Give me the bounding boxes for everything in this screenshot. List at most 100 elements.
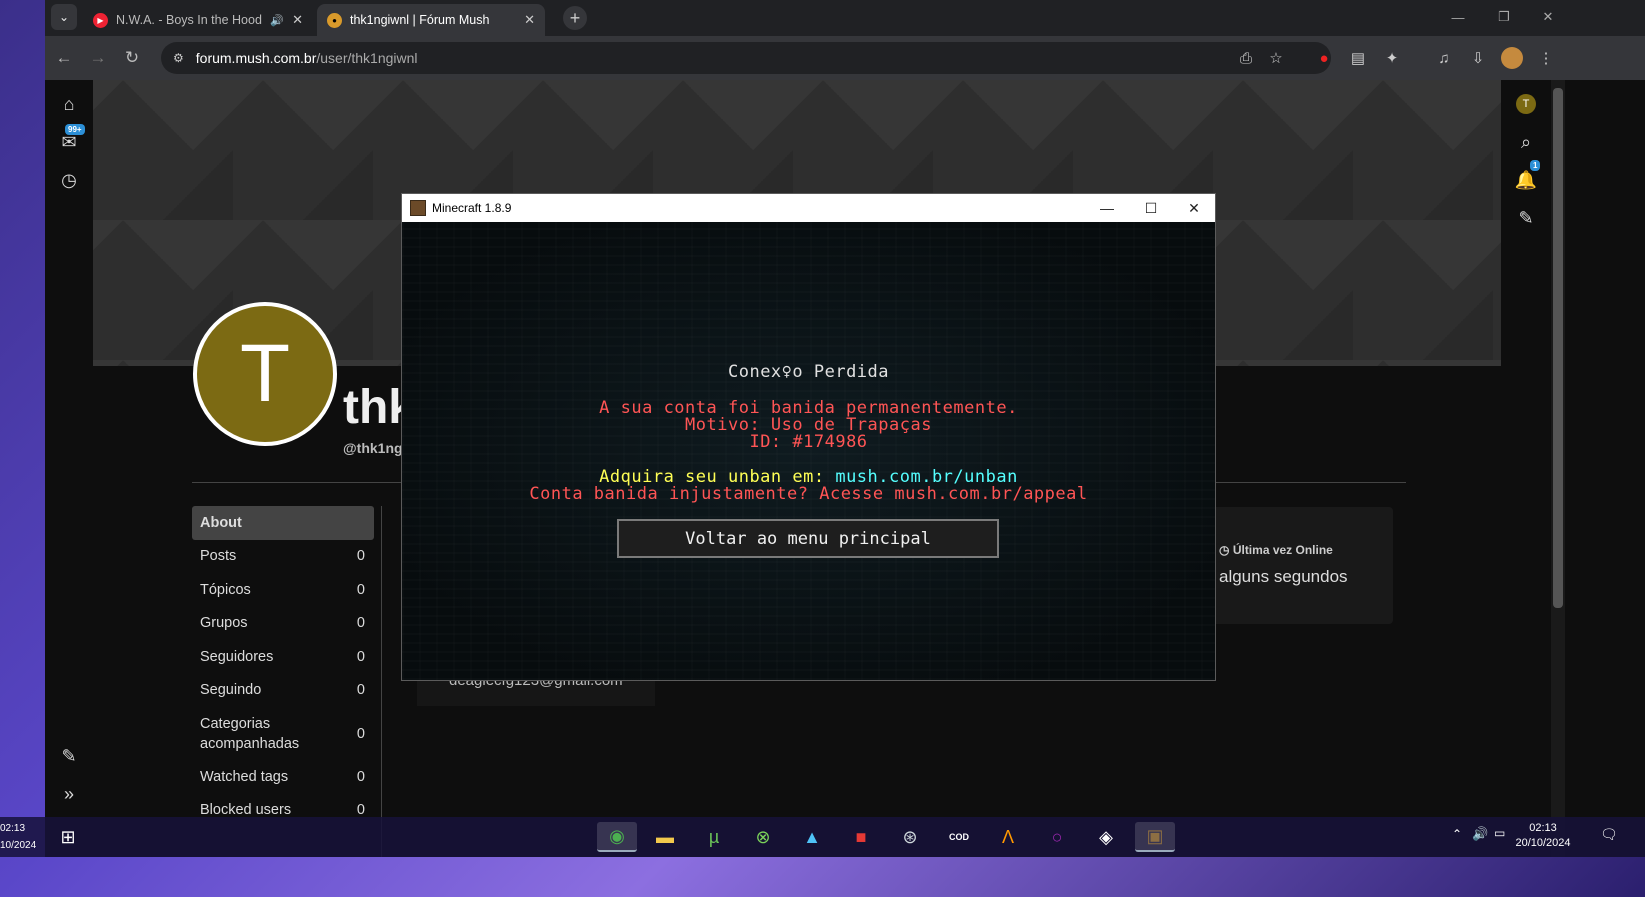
menu-kebab-icon[interactable]: ⋮ [1535,47,1557,69]
nav-label: Categorias acompanhadas [200,715,300,752]
nav-count: 0 [356,648,365,665]
maximize-icon[interactable]: ☐ [1129,194,1173,222]
tab-search-button[interactable]: ⌄ [51,4,77,30]
site-info-icon[interactable]: ⚙ [173,51,184,65]
windows-start-icon[interactable]: ⊞ [48,822,88,852]
extension-red-icon[interactable]: ● [1313,47,1335,69]
left-clock-time: 02:13 [0,823,26,834]
download-icon[interactable]: ⇩ [1467,47,1489,69]
left-clock-fragment: 02:13 10/2024 [0,820,44,854]
browser-toolbar: ← → ↻ ⚙ forum.mush.com.br/user/thk1ngiwn… [45,36,1645,80]
notifications-bell-icon[interactable]: 🔔 [1514,168,1538,192]
youtube-icon: ▶ [93,12,108,28]
extensions-puzzle-icon[interactable]: ✦ [1381,47,1403,69]
compose-icon[interactable]: ✎ [1514,206,1538,230]
profile-handle: @thk1ng [343,440,403,456]
nav-topicos[interactable]: Tópicos 0 [192,573,374,607]
call-of-duty-icon[interactable]: COD [939,822,979,852]
nav-label: Seguidores [200,648,274,665]
speaker-icon[interactable]: 🔊 [270,14,284,27]
left-clock-date: 10/2024 [0,840,37,851]
nav-count: 0 [356,615,365,632]
reload-icon[interactable]: ↻ [119,45,145,71]
appeal-line: Conta banida injustamente? Acesse mush.c… [529,484,1088,504]
back-icon[interactable]: ← [51,45,77,71]
close-tab-icon[interactable]: ✕ [292,12,303,28]
minimize-icon[interactable]: — [1435,0,1481,34]
scrollbar-thumb[interactable] [1553,88,1563,608]
action-center-icon[interactable]: 🗨 [1600,826,1618,843]
install-app-icon[interactable]: ⎙ [1235,47,1257,69]
search-icon[interactable]: ⌕ [1514,130,1538,154]
avatar-letter: T [239,328,291,419]
expand-sidebar-icon[interactable]: » [57,782,81,806]
nav-count: 0 [356,768,365,785]
reading-list-icon[interactable]: ▤ [1347,47,1369,69]
nav-separator [381,506,382,857]
tray-date: 20/10/2024 [1515,837,1571,849]
user-avatar-small[interactable]: T [1516,94,1536,114]
skin-brush-icon[interactable]: ✎ [57,744,81,768]
profile-avatar-icon[interactable] [1501,47,1523,69]
nav-seguidores[interactable]: Seguidores 0 [192,640,374,674]
utorrent-icon[interactable]: µ [694,822,734,852]
disconnect-heading: Conex♀o Perdida [727,362,890,382]
nav-label: Tópicos [200,581,251,598]
restore-icon[interactable]: ❐ [1481,0,1527,34]
nav-count: 0 [356,725,365,742]
chrome-icon[interactable]: ◉ [597,822,637,852]
forward-icon[interactable]: → [85,45,111,71]
nav-label: Watched tags [200,768,289,785]
profile-nav: About Posts 0 Tópicos 0 Grupos 0 Seguidores… [192,506,382,827]
nav-count: 0 [356,581,365,598]
tray-clock[interactable]: 02:13 20/10/2024 [1508,821,1578,851]
url-host: forum.mush.com.br [195,50,317,66]
game-launcher-a-icon[interactable]: ▲ [792,822,832,852]
bookmark-star-icon[interactable]: ☆ [1265,47,1287,69]
nav-label: About [200,514,242,531]
back-to-menu-button[interactable]: Voltar ao menu principal [617,519,999,558]
nav-posts[interactable]: Posts 0 [192,540,374,574]
xbox-icon[interactable]: ⊗ [743,822,783,852]
nav-seguindo[interactable]: Seguindo 0 [192,674,374,708]
left-sidebar: ⌂ ✉ 99+ ◷ ✎ » [45,80,93,857]
minecraft-disconnect-screen: Conex♀o Perdida A sua conta foi banida p… [402,222,1215,680]
tab-forum-mush[interactable]: ● thk1ngiwnl | Fórum Mush ✕ [317,4,545,36]
minecraft-taskbar-icon[interactable]: ▣ [1135,822,1175,852]
faceit-icon[interactable]: Λ [988,822,1028,852]
close-tab-icon[interactable]: ✕ [524,12,535,28]
nav-label: Posts [200,548,237,565]
volume-icon[interactable]: 🔊 [1472,826,1488,842]
close-window-icon[interactable]: ✕ [1172,194,1216,222]
tray-expand-icon[interactable]: ⌃ [1452,827,1462,841]
nav-categorias[interactable]: Categorias acompanhadas 0 [192,707,374,760]
terminal-app-icon[interactable]: ◈ [1086,822,1126,852]
file-explorer-icon[interactable]: ▬ [645,822,685,852]
steam-icon[interactable]: ⊛ [890,822,930,852]
close-window-icon[interactable]: ✕ [1525,0,1571,34]
circle-app-icon[interactable]: ○ [1037,822,1077,852]
nav-watched-tags[interactable]: Watched tags 0 [192,760,374,794]
home-icon[interactable]: ⌂ [57,92,81,116]
url-path: /user/thk1ngiwnl [316,50,418,66]
network-icon[interactable]: ▭ [1494,826,1505,840]
notifications-badge: 1 [1530,160,1541,171]
tab-title: thk1ngiwnl | Fórum Mush [350,13,490,27]
tab-strip: ⌄ ▶ N.W.A. - Boys In the Hood 🔊 ✕ ● thk1… [45,0,1645,36]
minecraft-window: Minecraft 1.8.9 — ☐ ✕ Conex♀o Perdida A … [401,193,1216,681]
nav-label: Seguindo [200,682,262,699]
tab-title: N.W.A. - Boys In the Hood [116,13,262,27]
new-tab-button[interactable]: + [563,6,587,30]
nav-label: Grupos [200,615,248,632]
nav-grupos[interactable]: Grupos 0 [192,607,374,641]
tab-nwa[interactable]: ▶ N.W.A. - Boys In the Hood 🔊 ✕ [83,4,313,36]
nav-about[interactable]: About [192,506,374,540]
recent-clock-icon[interactable]: ◷ [57,168,81,192]
profile-avatar: T [193,302,337,446]
nav-count: 0 [356,682,365,699]
media-control-icon[interactable]: ♫ [1433,47,1455,69]
address-bar[interactable]: ⚙ forum.mush.com.br/user/thk1ngiwnl [161,42,1331,74]
minimize-icon[interactable]: — [1085,194,1129,222]
mush-favicon-icon: ● [327,12,342,28]
game-launcher-red-icon[interactable]: ■ [841,822,881,852]
